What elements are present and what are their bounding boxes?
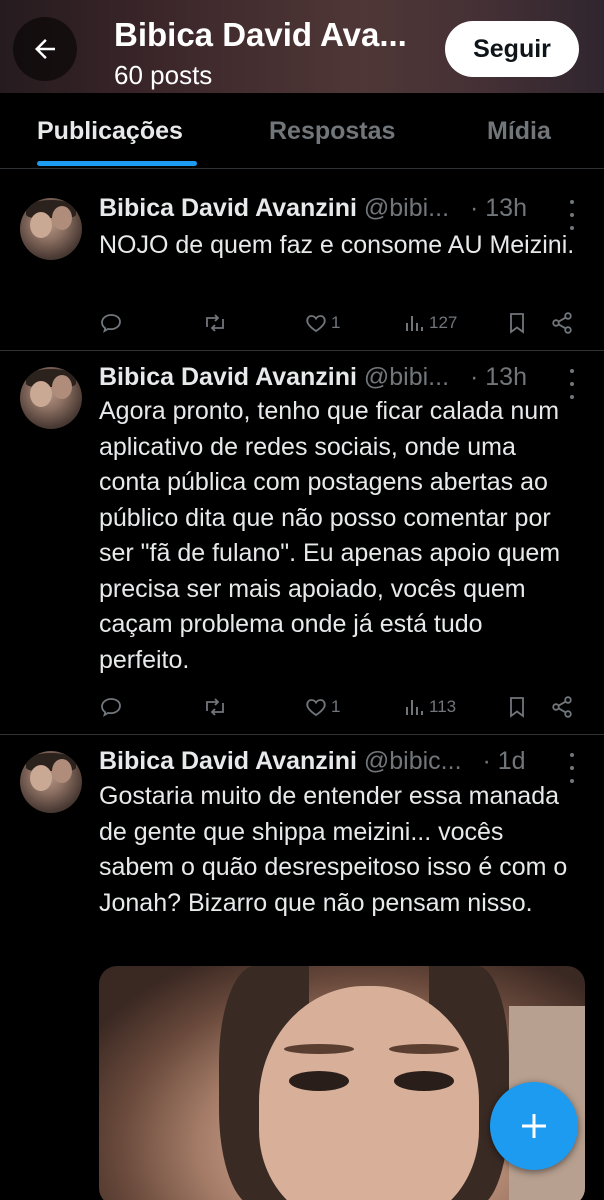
follow-button[interactable]: Seguir <box>445 21 579 77</box>
avatar[interactable] <box>20 367 82 429</box>
views-icon <box>406 316 423 331</box>
retweet-button[interactable] <box>202 692 228 722</box>
reply-icon <box>101 314 121 333</box>
bookmark-icon <box>510 313 524 334</box>
post-actions: 1 127 <box>99 308 589 338</box>
post-text: Agora pronto, tenho que ficar calada num… <box>99 397 561 674</box>
heart-icon <box>306 315 326 333</box>
tab-media[interactable]: Mídia <box>487 117 551 146</box>
post-header: Bibica David Avanzini @bibic... · 1d <box>99 747 526 776</box>
post-time: · 13h <box>469 194 527 222</box>
avatar[interactable] <box>20 751 82 813</box>
bookmark-button[interactable] <box>506 308 528 338</box>
author-name[interactable]: Bibica David Avanzini <box>99 194 357 222</box>
reply-button[interactable] <box>99 692 123 722</box>
post-header: Bibica David Avanzini @bibi... · 13h <box>99 363 527 392</box>
author-handle[interactable]: @bibic... <box>364 747 462 775</box>
author-name[interactable]: Bibica David Avanzini <box>99 747 357 775</box>
bookmark-button[interactable] <box>506 692 528 722</box>
views-button[interactable]: 113 <box>404 692 456 722</box>
author-name[interactable]: Bibica David Avanzini <box>99 363 357 391</box>
post-actions: 1 113 <box>99 692 589 722</box>
share-button[interactable] <box>550 692 574 722</box>
profile-name-title: Bibica David Ava... <box>114 16 407 53</box>
retweet-icon <box>206 314 224 332</box>
views-button[interactable]: 127 <box>404 308 457 338</box>
share-icon <box>552 696 572 718</box>
tab-replies[interactable]: Respostas <box>269 117 395 146</box>
share-button[interactable] <box>550 308 574 338</box>
views-count: 113 <box>429 697 457 716</box>
retweet-icon <box>206 698 224 716</box>
heart-icon <box>306 699 326 717</box>
post-time: · 1d <box>482 747 526 775</box>
plus-icon <box>522 1114 546 1138</box>
back-button[interactable] <box>13 17 77 81</box>
profile-tabs: Publicações Respostas Mídia <box>0 93 604 169</box>
post-text: Gostaria muito de entender essa manada d… <box>99 782 568 917</box>
more-icon[interactable] <box>562 200 582 230</box>
author-handle[interactable]: @bibi... <box>364 363 449 391</box>
post-text: NOJO de quem faz e consome AU Meizini. <box>99 231 575 259</box>
retweet-button[interactable] <box>202 308 228 338</box>
post-header: Bibica David Avanzini @bibi... · 13h <box>99 194 527 223</box>
views-count: 127 <box>429 313 458 332</box>
tabs-divider <box>0 168 604 169</box>
reply-icon <box>101 698 121 717</box>
views-icon <box>406 700 423 715</box>
post-media-image[interactable] <box>99 966 585 1200</box>
post-time: · 13h <box>469 363 527 391</box>
share-icon <box>552 312 572 334</box>
post-item[interactable]: Bibica David Avanzini @bibi... · 13h NOJ… <box>0 180 604 351</box>
tab-posts[interactable]: Publicações <box>37 117 183 146</box>
author-handle[interactable]: @bibi... <box>364 194 449 222</box>
profile-header: Bibica David Ava... 60 posts Seguir <box>0 0 604 93</box>
posts-count: 60 posts <box>114 60 213 90</box>
back-arrow-icon <box>35 39 55 59</box>
like-count: 1 <box>331 313 341 332</box>
like-button[interactable]: 1 <box>304 692 340 722</box>
avatar[interactable] <box>20 198 82 260</box>
reply-button[interactable] <box>99 308 123 338</box>
like-count: 1 <box>331 697 341 716</box>
active-tab-indicator <box>37 161 197 166</box>
compose-button[interactable] <box>490 1082 578 1170</box>
like-button[interactable]: 1 <box>304 308 340 338</box>
bookmark-icon <box>510 697 524 718</box>
post-item[interactable]: Bibica David Avanzini @bibi... · 13h Ago… <box>0 351 604 735</box>
